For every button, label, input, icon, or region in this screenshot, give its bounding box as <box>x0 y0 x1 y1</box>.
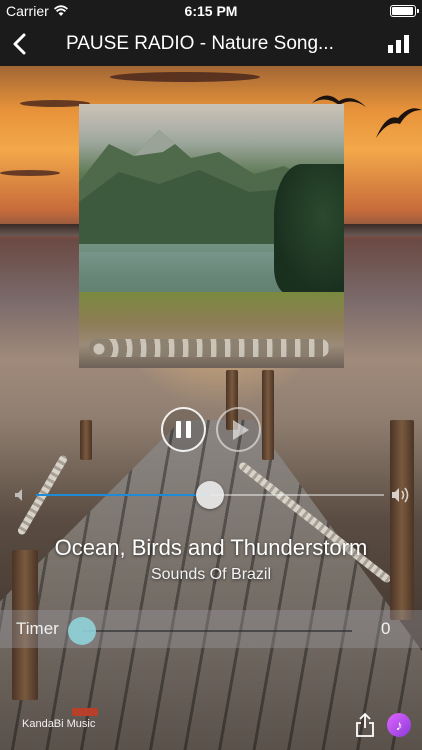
volume-high-icon <box>390 486 412 504</box>
timer-value: 0 <box>381 619 391 638</box>
play-icon <box>233 419 249 440</box>
chevron-left-icon <box>13 33 26 55</box>
wifi-icon <box>53 5 68 17</box>
pier-post <box>262 370 274 460</box>
nav-bar: PAUSE RADIO - Nature Song... <box>0 22 422 66</box>
trees <box>274 164 344 294</box>
pause-icon <box>186 421 191 438</box>
bar-chart-icon <box>395 40 401 53</box>
battery-level <box>392 7 413 15</box>
pier-post <box>390 420 414 620</box>
stats-button[interactable] <box>374 22 422 66</box>
volume-low-icon <box>13 487 29 503</box>
volume-fill <box>36 494 210 496</box>
album-art <box>79 104 344 368</box>
share-button[interactable] <box>354 712 376 738</box>
volume-knob[interactable] <box>196 481 224 509</box>
back-button[interactable] <box>0 22 38 66</box>
cloud <box>0 170 60 176</box>
pause-icon <box>176 421 181 438</box>
timer-knob[interactable] <box>68 617 96 645</box>
track-artist: Sounds Of Brazil <box>150 566 272 583</box>
play-button[interactable] <box>216 407 261 452</box>
pause-button[interactable] <box>161 407 206 452</box>
share-icon <box>356 712 374 737</box>
pier-post <box>80 420 92 460</box>
timer-label: Timer <box>16 619 59 638</box>
cloud <box>110 72 260 82</box>
track-title: Ocean, Birds and Thunderstorm <box>54 535 368 560</box>
battery-icon <box>390 5 419 17</box>
rocks <box>89 339 329 357</box>
volume-slider[interactable] <box>36 481 384 509</box>
music-note-icon[interactable]: ♪ <box>387 713 411 737</box>
pier-deck <box>0 420 422 750</box>
brand-logo-icon <box>72 708 98 716</box>
bar-chart-icon <box>403 35 409 53</box>
brand-label: KandaBi Music <box>22 718 96 730</box>
bird-icon <box>376 104 422 145</box>
timer-slider[interactable] <box>82 630 352 632</box>
page-title: PAUSE RADIO - Nature Song... <box>66 33 334 54</box>
status-bar: Carrier 6:15 PM <box>0 0 422 22</box>
carrier-label: Carrier <box>6 3 49 19</box>
timer-bar <box>0 610 422 648</box>
pier <box>0 370 422 750</box>
bar-chart-icon <box>387 45 393 53</box>
